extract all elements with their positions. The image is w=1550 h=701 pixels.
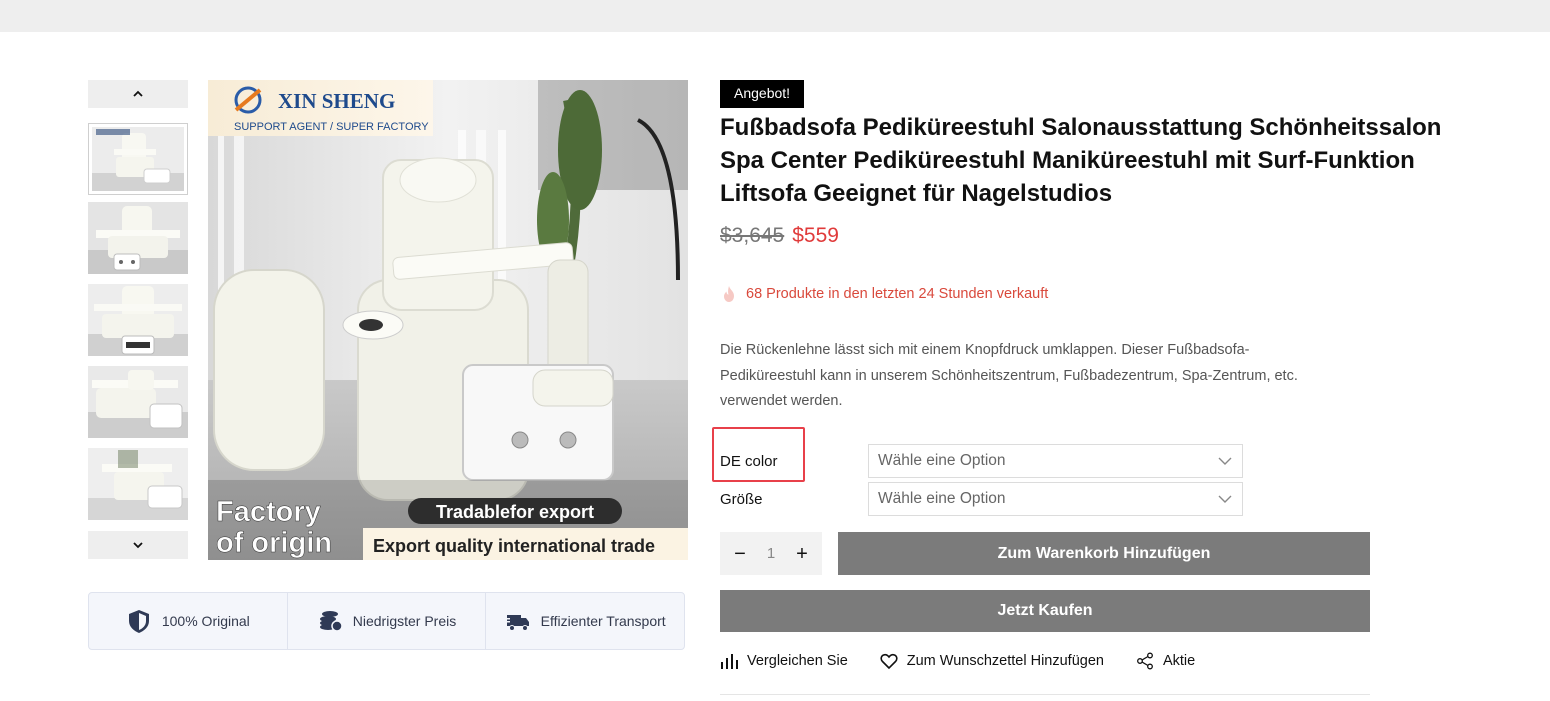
product-description: Die Rückenlehne lässt sich mit einem Kno… [720, 342, 1298, 409]
factory-text-line2: of origin [216, 527, 332, 559]
size-select[interactable]: Wähle eine Option [868, 482, 1243, 516]
sale-price: $559 [792, 224, 839, 247]
wishlist-label: Zum Wunschzettel Hinzufügen [906, 653, 1104, 669]
highlight-box [712, 427, 805, 482]
variation-label: Größe [720, 490, 763, 508]
compare-icon [721, 654, 738, 669]
feature-original: 100% Original [89, 593, 288, 649]
variation-size: Größe Wähle eine Option [720, 482, 1243, 516]
sold-count: 68 Produkte in den letzten 24 Stunden ve… [720, 285, 1048, 303]
export-pill-text: Tradablefor export [436, 502, 594, 522]
color-select[interactable]: Wähle eine Option [868, 444, 1243, 478]
price-block: $3,645 $559 [720, 224, 1480, 248]
quantity-decrease-button[interactable]: − [732, 544, 748, 564]
thumbnail-3[interactable] [88, 284, 188, 356]
feature-label: Effizienter Transport [540, 613, 666, 629]
thumbnail-1[interactable] [88, 123, 188, 195]
add-to-cart-button[interactable]: Zum Warenkorb Hinzufügen [838, 532, 1370, 575]
factory-text-line1: Factory [216, 496, 321, 528]
share-link[interactable]: Aktie [1136, 652, 1195, 670]
brand-tagline: SUPPORT AGENT / SUPER FACTORY [234, 121, 429, 133]
thumbnails-next-button[interactable] [88, 531, 188, 559]
product-actions: Vergleichen Sie Zum Wunschzettel Hinzufü… [720, 652, 1227, 670]
truck-icon [504, 615, 529, 631]
features-bar: 100% Original Niedrigster Preis Effizien… [88, 592, 685, 650]
buy-now-button[interactable]: Jetzt Kaufen [720, 590, 1370, 632]
main-product-image[interactable]: XIN SHENG SUPPORT AGENT / SUPER FACTORY … [208, 80, 688, 560]
heart-icon [880, 653, 898, 670]
feature-lowest-price: Niedrigster Preis [288, 593, 487, 649]
feature-label: Niedrigster Preis [352, 613, 457, 629]
shield-icon [128, 610, 149, 633]
quantity-value[interactable]: 1 [767, 545, 775, 562]
compare-label: Vergleichen Sie [747, 653, 848, 669]
flame-icon [724, 286, 734, 302]
wishlist-link[interactable]: Zum Wunschzettel Hinzufügen [880, 652, 1104, 670]
quantity-increase-button[interactable]: + [794, 544, 810, 564]
old-price: $3,645 [720, 224, 785, 247]
thumbnail-4[interactable] [88, 366, 188, 438]
feature-transport: Effizienter Transport [486, 593, 684, 649]
chevron-down-icon [133, 542, 143, 549]
thumbnail-2[interactable] [88, 202, 188, 274]
share-icon [1137, 652, 1153, 670]
coins-icon [319, 611, 343, 632]
sold-text: 68 Produkte in den letzten 24 Stunden ve… [746, 286, 1049, 302]
feature-label: 100% Original [161, 613, 250, 629]
chair-thumbnail-image [92, 127, 184, 191]
chair-thumbnail-image [88, 366, 188, 438]
product-title: Fußbadsofa Pediküreestuhl Salonausstattu… [720, 114, 1442, 207]
chevron-down-icon [1218, 495, 1232, 503]
top-bar [0, 0, 1550, 32]
share-label: Aktie [1162, 653, 1196, 669]
brand-logo-text: XIN SHENG [278, 89, 395, 113]
sale-badge: Angebot! [720, 80, 805, 108]
chair-thumbnail-image [88, 448, 188, 520]
chevron-down-icon [1218, 457, 1232, 465]
export-quality-text: Export quality international trade [373, 536, 655, 556]
pedicure-chair-image: XIN SHENG SUPPORT AGENT / SUPER FACTORY … [208, 80, 688, 560]
divider [720, 694, 1370, 695]
product-summary: Angebot! Fußbadsofa Pediküreestuhl Salon… [712, 80, 1480, 695]
chair-thumbnail-image [88, 284, 188, 356]
chair-thumbnail-image [88, 202, 188, 274]
thumbnail-5[interactable] [88, 448, 188, 520]
chevron-up-icon [133, 90, 143, 97]
compare-link[interactable]: Vergleichen Sie [720, 652, 848, 670]
select-value: Wähle eine Option [878, 452, 1006, 469]
quantity-stepper: − 1 + [720, 532, 822, 575]
thumbnails-prev-button[interactable] [88, 80, 188, 108]
select-value: Wähle eine Option [878, 490, 1006, 507]
